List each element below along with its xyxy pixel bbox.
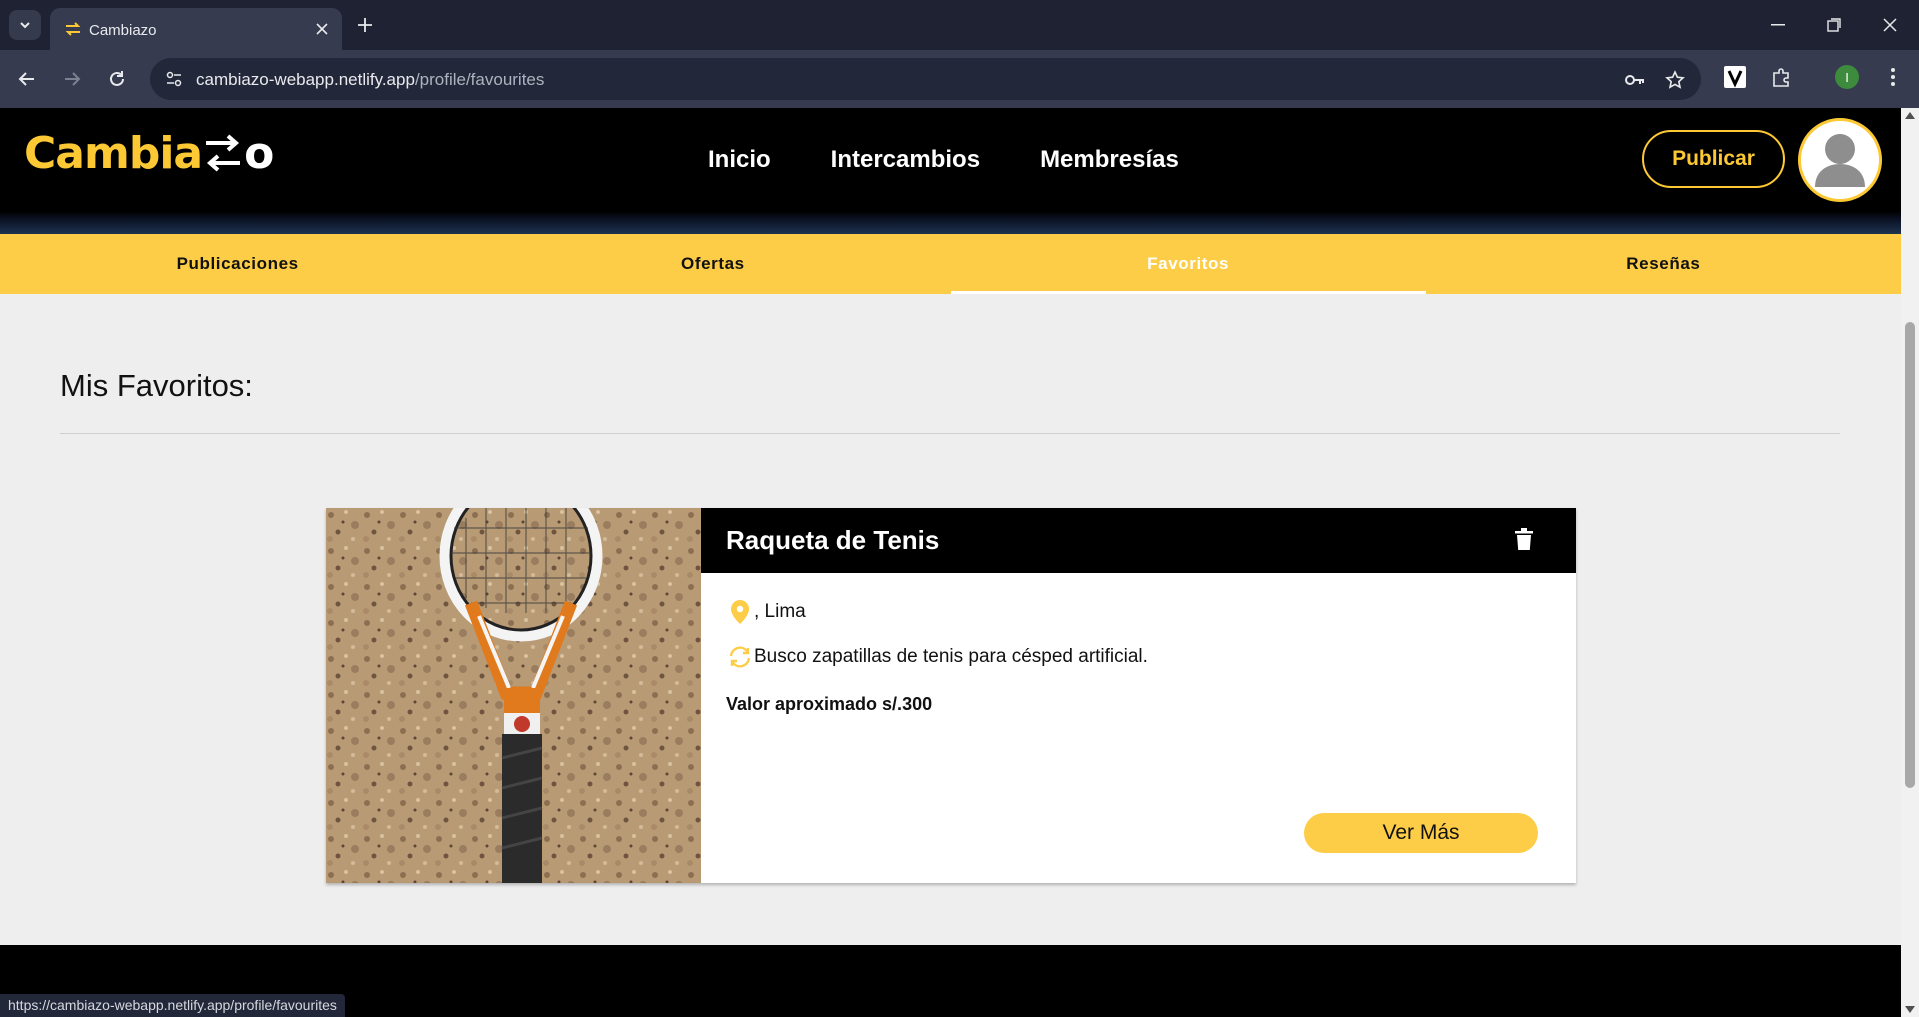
product-title: Raqueta de Tenis: [726, 525, 940, 555]
url-path: /profile/favourites: [414, 70, 545, 89]
divider: [60, 433, 1840, 434]
browser-tab-strip: Cambiazo: [0, 0, 1919, 50]
new-tab-icon[interactable]: [352, 12, 378, 38]
profile-initial: I: [1835, 65, 1859, 89]
url-text: cambiazo-webapp.netlify.app/profile/favo…: [196, 70, 544, 90]
user-avatar[interactable]: [1798, 118, 1882, 202]
location-text: , Lima: [754, 601, 806, 622]
back-arrow-icon[interactable]: [12, 64, 42, 94]
exchange-arrows-logo-icon: [206, 134, 241, 172]
logo-suffix: o: [244, 127, 274, 179]
wants-row: Busco zapatillas de tenis para césped ar…: [726, 643, 1148, 671]
site-info-icon[interactable]: [160, 65, 188, 93]
product-image[interactable]: [326, 508, 701, 883]
tab-ofertas[interactable]: Ofertas: [475, 234, 950, 294]
scroll-thumb[interactable]: [1905, 322, 1915, 788]
nav-intercambios-link[interactable]: Intercambios: [831, 146, 980, 174]
site-header: Cambia o Inicio Intercambios Membresías …: [0, 108, 1901, 211]
cambiazo-logo[interactable]: Cambia o: [24, 127, 274, 179]
close-tab-icon[interactable]: [312, 19, 332, 39]
minimize-window-icon[interactable]: [1758, 10, 1798, 40]
main-nav: Inicio Intercambios Membresías: [708, 146, 1179, 174]
address-bar[interactable]: cambiazo-webapp.netlify.app/profile/favo…: [150, 58, 1701, 100]
tab-search-button[interactable]: [9, 10, 41, 40]
ver-mas-button[interactable]: Ver Más: [1304, 813, 1538, 853]
user-silhouette-icon: [1815, 134, 1865, 187]
location-pin-icon: [726, 598, 754, 626]
forward-arrow-icon[interactable]: [57, 64, 87, 94]
extension-v-icon[interactable]: [1722, 64, 1748, 90]
close-window-icon[interactable]: [1870, 10, 1910, 40]
publish-button[interactable]: Publicar: [1642, 130, 1785, 188]
status-bar-url: https://cambiazo-webapp.netlify.app/prof…: [0, 994, 345, 1017]
favorite-card: Raqueta de Tenis , Lima Busco zapatillas…: [326, 508, 1576, 883]
url-host: cambiazo-webapp.netlify.app: [196, 70, 415, 89]
page-title: Mis Favoritos:: [60, 368, 253, 403]
favorites-content: Mis Favoritos: Raqueta de Tenis , Lima B…: [0, 294, 1901, 945]
browser-toolbar: cambiazo-webapp.netlify.app/profile/favo…: [0, 50, 1919, 108]
page-scrollbar[interactable]: [1901, 108, 1919, 1017]
bookmark-star-icon[interactable]: [1663, 68, 1687, 92]
extensions-puzzle-icon[interactable]: [1769, 64, 1795, 90]
scroll-down-arrow-icon[interactable]: [1905, 1006, 1915, 1013]
browser-tab[interactable]: Cambiazo: [50, 8, 342, 50]
location-row: , Lima: [726, 598, 806, 626]
approx-value: Valor aproximado s/.300: [726, 694, 933, 714]
cambiazo-favicon-icon: [65, 22, 81, 36]
trash-icon[interactable]: [1512, 525, 1536, 553]
more-menu-icon[interactable]: [1880, 64, 1906, 90]
chevron-down-icon: [20, 22, 30, 29]
tab-publicaciones[interactable]: Publicaciones: [0, 234, 475, 294]
password-key-icon[interactable]: [1623, 68, 1647, 92]
exchange-icon: [726, 643, 754, 671]
nav-inicio-link[interactable]: Inicio: [708, 146, 771, 174]
wants-text: Busco zapatillas de tenis para césped ar…: [754, 646, 1148, 667]
tab-favoritos[interactable]: Favoritos: [950, 234, 1427, 294]
scroll-up-arrow-icon[interactable]: [1905, 112, 1915, 119]
profile-avatar-icon[interactable]: I: [1834, 64, 1860, 90]
profile-tabs: Publicaciones Ofertas Favoritos Reseñas: [0, 234, 1901, 294]
logo-text: Cambia: [24, 127, 203, 179]
card-header: Raqueta de Tenis: [701, 508, 1576, 573]
restore-window-icon[interactable]: [1814, 10, 1854, 40]
tab-title: Cambiazo: [89, 22, 157, 39]
reload-icon[interactable]: [102, 64, 132, 94]
nav-membresias-link[interactable]: Membresías: [1040, 146, 1179, 174]
header-banner-strip: [0, 211, 1901, 234]
tab-resenas[interactable]: Reseñas: [1426, 234, 1901, 294]
